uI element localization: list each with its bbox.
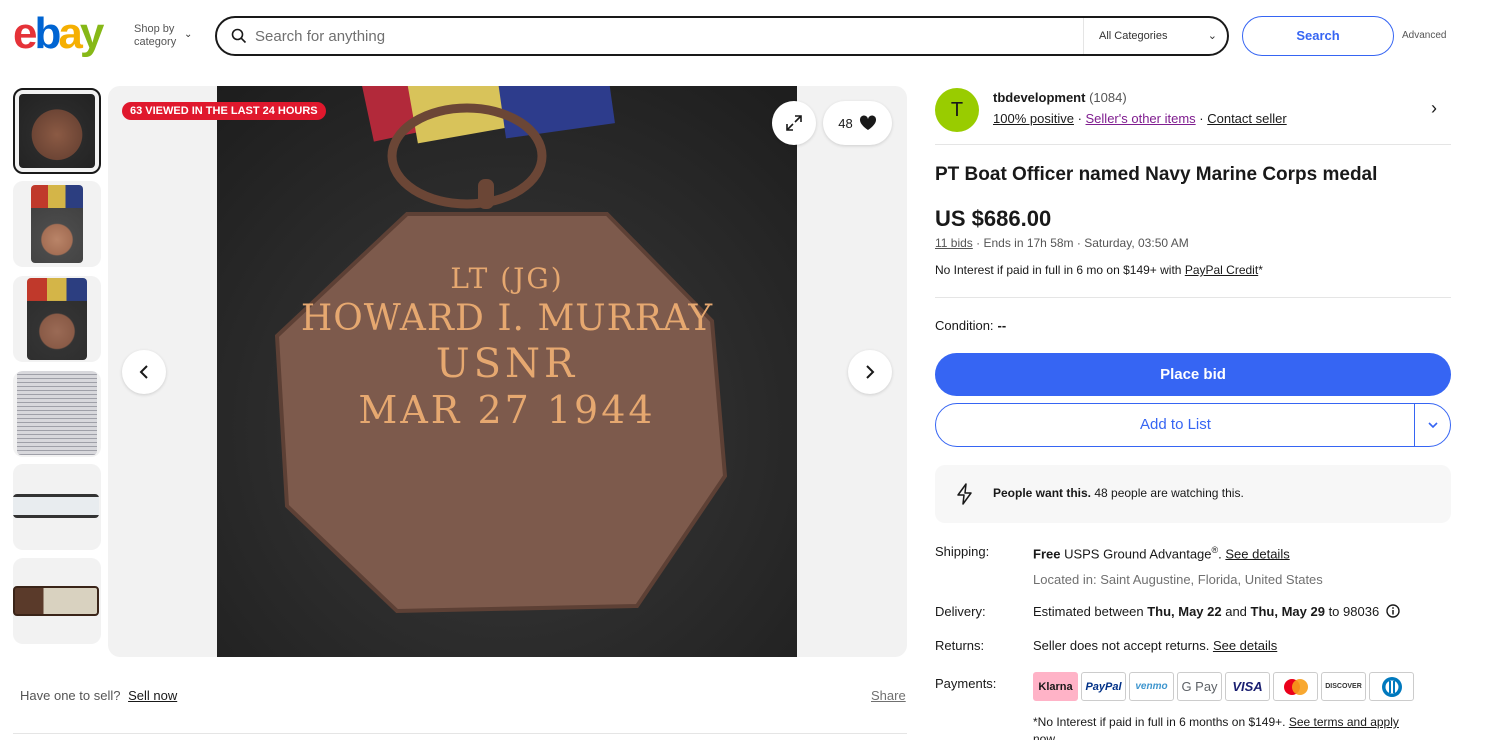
- delivery-label: Delivery:: [935, 604, 986, 619]
- discover-icon: DISCOVER: [1321, 672, 1366, 701]
- thumbnail-3[interactable]: [13, 276, 101, 362]
- chevron-right-icon: [866, 365, 875, 379]
- share-link[interactable]: Share: [871, 688, 906, 703]
- returns-label: Returns:: [935, 638, 985, 653]
- heart-icon: [859, 115, 876, 130]
- divider: [13, 733, 907, 734]
- sell-now-link[interactable]: Sell now: [128, 688, 177, 703]
- returns-value: Seller does not accept returns. See deta…: [1033, 638, 1278, 653]
- see-terms-link-tail[interactable]: now: [1033, 732, 1055, 740]
- item-title: PT Boat Officer named Navy Marine Corps …: [935, 164, 1378, 185]
- search-button[interactable]: Search: [1242, 16, 1394, 56]
- diners-club-icon: [1369, 672, 1414, 701]
- seller-links: 100% positive · Seller's other items · C…: [993, 111, 1287, 126]
- paypal-icon: PayPal: [1081, 672, 1126, 701]
- condition: Condition: --: [935, 318, 1007, 333]
- shipping-label: Shipping:: [935, 544, 990, 559]
- thumbnail-6[interactable]: [13, 558, 101, 644]
- expand-icon: [786, 115, 802, 131]
- seller-other-items-link[interactable]: Seller's other items: [1086, 111, 1196, 126]
- add-to-list-button[interactable]: Add to List: [936, 404, 1415, 446]
- lightning-icon: [957, 483, 972, 505]
- positive-feedback-link[interactable]: 100% positive: [993, 111, 1074, 126]
- item-photo: LT (JG) HOWARD I. MURRAY USNR MAR 27 194…: [217, 86, 797, 657]
- payments-note: *No Interest if paid in full in 6 months…: [1033, 714, 1451, 740]
- visa-icon: VISA: [1225, 672, 1270, 701]
- chevron-right-icon[interactable]: ›: [1431, 98, 1437, 119]
- item-location: Located in: Saint Augustine, Florida, Un…: [1033, 572, 1323, 587]
- payment-methods: Klarna PayPal venmo G Pay VISA DISCOVER: [1033, 672, 1414, 701]
- main-image-viewer[interactable]: LT (JG) HOWARD I. MURRAY USNR MAR 27 194…: [108, 86, 907, 657]
- thumbnail-4[interactable]: [13, 371, 101, 457]
- thumbnail-2[interactable]: [13, 181, 101, 267]
- venmo-icon: venmo: [1129, 672, 1174, 701]
- watch-button[interactable]: 48: [823, 101, 892, 145]
- chevron-down-icon: [1427, 422, 1438, 429]
- people-want-this-banner: People want this. 48 people are watching…: [935, 465, 1451, 523]
- paypal-credit-link[interactable]: PayPal Credit: [1185, 263, 1258, 277]
- seller-avatar[interactable]: T: [935, 88, 979, 132]
- category-select[interactable]: All Categories ⌄: [1083, 18, 1229, 54]
- sell-prompt: Have one to sell? Sell now: [20, 688, 178, 703]
- google-pay-icon: G Pay: [1177, 672, 1222, 701]
- chevron-down-icon: ⌄: [184, 29, 193, 40]
- thumbnail-1[interactable]: [13, 88, 101, 174]
- info-icon[interactable]: [1386, 604, 1400, 618]
- bids-link[interactable]: 11 bids: [935, 236, 973, 250]
- search-bar: All Categories ⌄: [215, 16, 1229, 56]
- medal-engraving: LT (JG) HOWARD I. MURRAY USNR MAR 27 194…: [300, 262, 714, 432]
- see-terms-link[interactable]: See terms and apply: [1289, 715, 1399, 729]
- advanced-search-link[interactable]: Advanced: [1402, 30, 1446, 41]
- search-input[interactable]: [255, 24, 1075, 48]
- shipping-value: Free USPS Ground Advantage®. See details: [1033, 545, 1290, 562]
- add-to-list-dropdown[interactable]: [1415, 404, 1450, 446]
- previous-image-button[interactable]: [122, 350, 166, 394]
- shop-by-category-button[interactable]: Shop by category: [134, 23, 176, 49]
- seller-name[interactable]: tbdevelopment (1084): [993, 90, 1127, 105]
- header: ebay Shop by category ⌄ All Categories ⌄…: [0, 0, 1500, 72]
- mastercard-icon: [1273, 672, 1318, 701]
- credit-offer: No Interest if paid in full in 6 mo on $…: [935, 263, 1263, 277]
- divider: [935, 144, 1451, 145]
- add-to-list-control: Add to List: [935, 403, 1451, 447]
- item-price: US $686.00: [935, 206, 1052, 231]
- place-bid-button[interactable]: Place bid: [935, 353, 1451, 396]
- chevron-left-icon: [139, 365, 148, 379]
- feedback-count: (1084): [1089, 90, 1127, 105]
- payments-label: Payments:: [935, 676, 997, 691]
- returns-see-details-link[interactable]: See details: [1213, 638, 1277, 653]
- divider: [935, 297, 1451, 298]
- ebay-logo[interactable]: ebay: [13, 12, 104, 56]
- klarna-icon: Klarna: [1033, 672, 1078, 701]
- shipping-see-details-link[interactable]: See details: [1225, 546, 1289, 561]
- chevron-down-icon: ⌄: [1207, 30, 1217, 42]
- delivery-value: Estimated between Thu, May 22 and Thu, M…: [1033, 604, 1400, 619]
- contact-seller-link[interactable]: Contact seller: [1207, 111, 1286, 126]
- search-icon: [231, 28, 247, 44]
- expand-button[interactable]: [772, 101, 816, 145]
- viewed-badge: 63 VIEWED IN THE LAST 24 HOURS: [122, 102, 326, 120]
- thumbnail-5[interactable]: [13, 464, 101, 550]
- next-image-button[interactable]: [848, 350, 892, 394]
- bid-info: 11 bids · Ends in 17h 58m · Saturday, 03…: [935, 236, 1189, 250]
